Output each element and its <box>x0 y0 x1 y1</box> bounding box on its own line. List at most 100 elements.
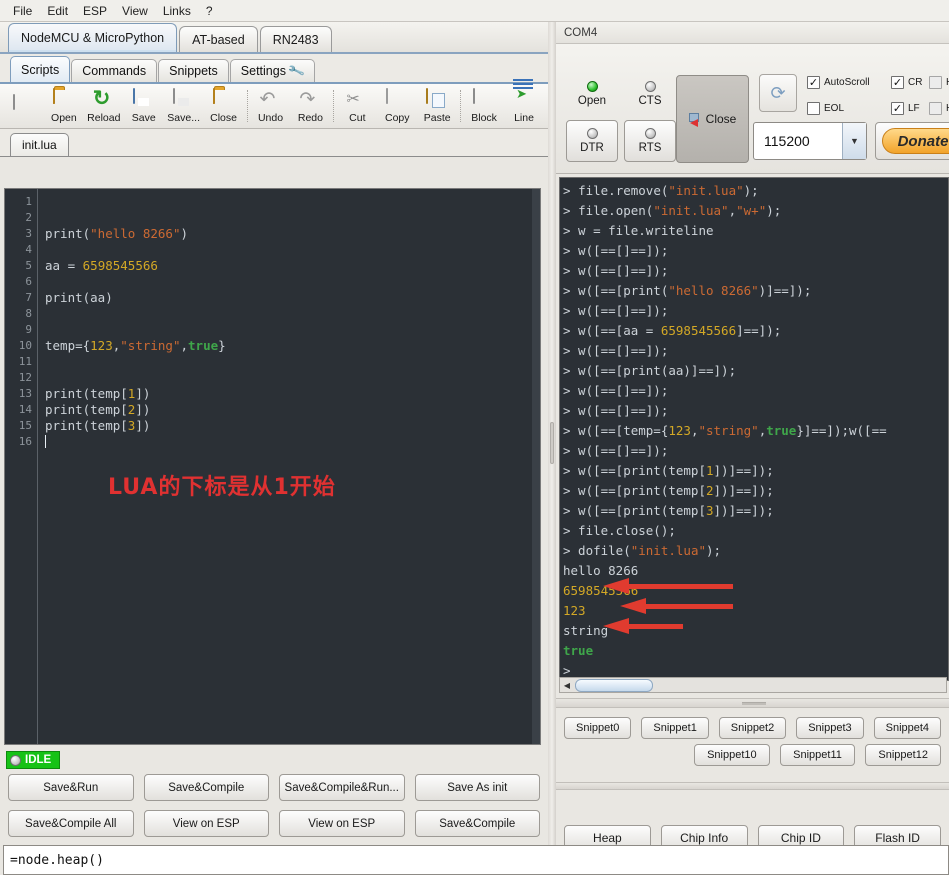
paste-button[interactable]: Paste <box>417 85 457 128</box>
serial-terminal-output[interactable]: > file.remove("init.lua"); > file.open("i… <box>559 177 949 681</box>
cts-led-indicator: CTS <box>624 74 676 114</box>
scrollbar-thumb[interactable] <box>575 678 653 692</box>
code-line: temp={123,"string",true} <box>45 338 540 354</box>
command-input[interactable]: =node.heap() <box>3 845 949 875</box>
code-editor[interactable]: 1 2 3 4 5 6 7 8 9 10 11 12 13 14 15 16 print("hello 826… <box>4 188 541 745</box>
arrow-shaft <box>644 604 733 609</box>
code-area[interactable]: print("hello 8266") aa = 6598545566 print(… <box>38 189 540 744</box>
block-button[interactable]: Block <box>464 85 504 128</box>
snippet0-button[interactable]: Snippet0 <box>564 717 632 739</box>
save-compile-button-2[interactable]: Save&Compile <box>414 810 540 837</box>
open-folder-icon <box>52 87 75 111</box>
panel-splitter[interactable] <box>548 22 556 875</box>
terminal-token: > w([==[]==]); <box>563 303 669 318</box>
tab-scripts[interactable]: Scripts <box>10 56 71 82</box>
code-token: temp={ <box>45 338 91 353</box>
terminal-token: file.remove( <box>578 183 669 198</box>
menu-item-edit[interactable]: Edit <box>40 1 75 21</box>
scissors-icon: ✂ <box>346 90 360 108</box>
save-button[interactable]: Save <box>124 85 164 128</box>
cts-led-label: CTS <box>638 95 662 107</box>
tab-snippets[interactable]: Snippets <box>158 59 229 82</box>
left-panel: NodeMCU & MicroPython AT-based RN2483 Sc… <box>0 22 548 875</box>
copy-button[interactable]: Copy <box>377 85 417 128</box>
terminal-token: > w([==[print(temp[ <box>563 503 706 518</box>
dtr-toggle-button[interactable]: DTR <box>566 120 618 162</box>
line-number: 7 <box>25 291 32 304</box>
arrow-head-icon <box>603 618 629 634</box>
undo-button[interactable]: ↶ Undo <box>251 85 291 128</box>
new-file-button[interactable] <box>4 85 44 128</box>
save-and-run-button[interactable]: Save&Run <box>8 774 134 801</box>
panel-separator-1[interactable] <box>556 698 949 708</box>
tab-at-based[interactable]: AT-based <box>179 26 258 52</box>
cr-checkbox[interactable]: ✓ CR <box>891 76 922 89</box>
separator-grip[interactable] <box>742 702 766 705</box>
snippet2-button[interactable]: Snippet2 <box>718 717 787 739</box>
snippet11-button[interactable]: Snippet11 <box>779 744 856 766</box>
open-button[interactable]: Open <box>44 85 84 128</box>
menu-bar: File Edit ESP View Links ? <box>0 0 949 22</box>
save-compile-run-button[interactable]: Save&Compile&Run... <box>279 774 405 801</box>
panel-separator-2[interactable] <box>556 782 949 790</box>
redo-button[interactable]: ↷ Redo <box>290 85 330 128</box>
baud-rate-select[interactable]: 115200 ▼ <box>753 122 867 160</box>
reload-button[interactable]: Reload <box>84 85 124 128</box>
close-button[interactable]: Close <box>204 85 244 128</box>
editor-vertical-scrollbar[interactable] <box>532 189 540 744</box>
code-token: print(temp[ <box>45 418 128 433</box>
new-file-icon <box>12 94 35 117</box>
menu-item-esp[interactable]: ESP <box>76 1 114 21</box>
cut-button[interactable]: ✂ Cut <box>337 85 377 128</box>
view-on-esp-button-1[interactable]: View on ESP <box>143 810 269 837</box>
file-tab-init-lua[interactable]: init.lua <box>10 133 69 156</box>
terminal-token: "init.lua" <box>653 203 729 218</box>
redo-arrow-icon: ↷ <box>299 88 316 110</box>
terminal-token: )]==]); <box>758 283 812 298</box>
hide-checkbox-1[interactable]: Hi <box>929 76 949 89</box>
close-port-button[interactable]: Close <box>676 75 749 163</box>
save-compile-all-button[interactable]: Save&Compile All <box>8 810 134 837</box>
terminal-horizontal-scrollbar[interactable]: ◀ <box>559 677 947 693</box>
donate-button[interactable]: Donate <box>875 122 949 160</box>
wrench-icon: 🔧 <box>287 61 306 81</box>
code-token: 6598545566 <box>82 258 158 273</box>
refresh-ports-button[interactable]: ⟳ <box>759 74 797 112</box>
right-panel: COM4 Open CTS DTR RTS Close ⟳ ✓ AutoScro… <box>556 22 949 875</box>
menu-item-view[interactable]: View <box>115 1 155 21</box>
terminal-line: > dofile("init.lua"); <box>563 541 948 561</box>
arrow-head-icon <box>603 578 629 594</box>
line-number: 13 <box>18 387 32 400</box>
terminal-token: 6598545566 <box>660 323 737 338</box>
save-as-init-button[interactable]: Save As init <box>414 774 540 801</box>
splitter-grip[interactable] <box>550 422 554 464</box>
terminal-token: > w([==[print(temp[ <box>563 483 706 498</box>
terminal-line: > w([==[print("hello 8266")]==]); <box>563 281 948 301</box>
scroll-left-arrow-icon[interactable]: ◀ <box>560 678 574 692</box>
rts-toggle-button[interactable]: RTS <box>624 120 676 162</box>
save-as-button[interactable]: Save... <box>164 85 204 128</box>
tab-settings[interactable]: Settings 🔧 <box>229 59 315 82</box>
menu-item-help[interactable]: ? <box>199 1 220 21</box>
tab-nodemcu-micropython[interactable]: NodeMCU & MicroPython <box>8 23 178 52</box>
terminal-token: file.open( <box>578 203 654 218</box>
snippet10-button[interactable]: Snippet10 <box>694 744 770 766</box>
menu-item-links[interactable]: Links <box>156 1 198 21</box>
snippet4-button[interactable]: Snippet4 <box>873 717 942 739</box>
lf-checkbox[interactable]: ✓ LF <box>891 102 920 115</box>
view-on-esp-button-2[interactable]: View on ESP <box>279 810 405 837</box>
terminal-line: > w([==[]==]); <box>563 241 948 261</box>
chevron-down-icon[interactable]: ▼ <box>842 123 866 159</box>
line-button[interactable]: Line <box>504 85 544 128</box>
snippet3-button[interactable]: Snippet3 <box>796 717 864 739</box>
hide-checkbox-2[interactable]: Hi <box>929 102 949 115</box>
snippet12-button[interactable]: Snippet12 <box>865 744 942 766</box>
menu-item-file[interactable]: File <box>6 1 39 21</box>
save-and-compile-button[interactable]: Save&Compile <box>143 774 269 801</box>
tab-rn2483[interactable]: RN2483 <box>259 26 332 52</box>
snippet1-button[interactable]: Snippet1 <box>641 717 709 739</box>
eol-checkbox[interactable]: EOL <box>807 102 844 115</box>
tab-commands[interactable]: Commands <box>71 59 158 82</box>
autoscroll-checkbox[interactable]: ✓ AutoScroll <box>807 76 870 89</box>
